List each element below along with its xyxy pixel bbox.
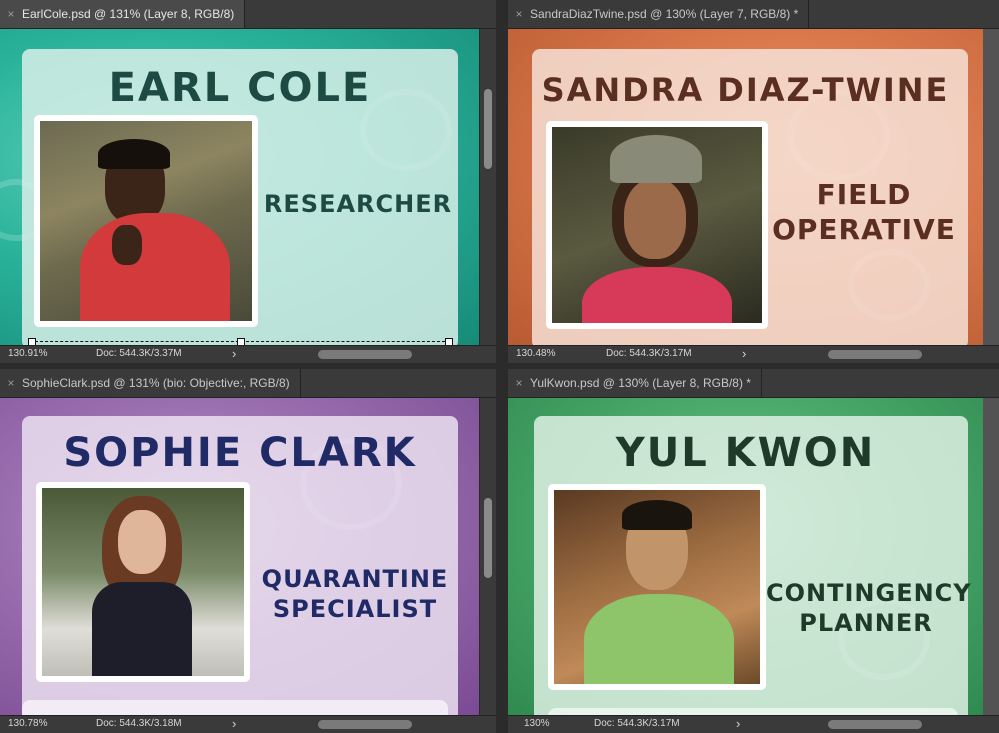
vertical-scrollbar[interactable] xyxy=(479,29,496,346)
tab-title: SophieClark.psd @ 131% (bio: Objective:,… xyxy=(22,376,290,390)
profile-role: FIELD OPERATIVE xyxy=(764,177,964,247)
status-arrow-icon[interactable]: › xyxy=(742,346,746,361)
man-in-green-shirt-photo-icon xyxy=(554,490,760,684)
document-tab-earlcole[interactable]: × EarlCole.psd @ 131% (Layer 8, RGB/8) xyxy=(0,0,246,28)
status-bar: 130.91% Doc: 544.3K/3.37M › xyxy=(0,345,496,363)
close-tab-icon[interactable]: × xyxy=(0,376,22,390)
tab-title: YulKwon.psd @ 130% (Layer 8, RGB/8) * xyxy=(530,376,751,390)
profile-name: EARL COLE xyxy=(108,65,372,111)
profile-role: RESEARCHER xyxy=(258,189,458,219)
status-bar: 130.78% Doc: 544.3K/3.18M › xyxy=(0,715,496,733)
document-tab-sophieclark[interactable]: × SophieClark.psd @ 131% (bio: Objective… xyxy=(0,369,301,397)
profile-photo xyxy=(34,115,258,327)
document-tab-sandradiaztwine[interactable]: × SandraDiazTwine.psd @ 130% (Layer 7, R… xyxy=(508,0,810,28)
profile-name: SANDRA DIAZ-TWINE xyxy=(541,71,950,109)
horizontal-scroll-thumb[interactable] xyxy=(828,720,922,729)
scroll-thumb[interactable] xyxy=(484,89,492,169)
profile-photo xyxy=(546,121,768,329)
profile-name: SOPHIE CLARK xyxy=(63,430,417,476)
document-canvas[interactable]: EARL COLE RESEARCHER xyxy=(0,29,480,346)
document-canvas[interactable]: YUL KWON CONTINGENCY PLANNER xyxy=(508,398,983,716)
doc-size: Doc: 544.3K/3.18M xyxy=(96,718,182,729)
document-tab-bar: × SophieClark.psd @ 131% (bio: Objective… xyxy=(0,369,496,398)
status-bar: 130.48% Doc: 544.3K/3.17M › xyxy=(508,345,999,363)
status-arrow-icon[interactable]: › xyxy=(232,716,236,731)
zoom-level[interactable]: 130.48% xyxy=(516,348,555,359)
zoom-level[interactable]: 130.78% xyxy=(8,718,47,729)
status-arrow-icon[interactable]: › xyxy=(232,346,236,361)
doc-size: Doc: 544.3K/3.17M xyxy=(594,718,680,729)
man-in-red-shirt-photo-icon xyxy=(40,121,252,321)
document-tab-yulkwon[interactable]: × YulKwon.psd @ 130% (Layer 8, RGB/8) * xyxy=(508,369,762,397)
role-line: OPERATIVE xyxy=(772,213,956,246)
document-tab-bar: × EarlCole.psd @ 131% (Layer 8, RGB/8) xyxy=(0,0,496,29)
document-canvas[interactable]: SANDRA DIAZ-TWINE FIELD OPERATIVE xyxy=(508,29,983,346)
woman-in-camo-hat-photo-icon xyxy=(552,127,762,323)
zoom-level[interactable]: 130.91% xyxy=(8,348,47,359)
profile-photo xyxy=(548,484,766,690)
zoom-level[interactable]: 130% xyxy=(524,718,550,729)
doc-size: Doc: 544.3K/3.17M xyxy=(606,348,692,359)
profile-name: YUL KWON xyxy=(615,430,876,476)
document-tab-bar: × YulKwon.psd @ 130% (Layer 8, RGB/8) * xyxy=(508,369,999,398)
close-tab-icon[interactable]: × xyxy=(508,376,530,390)
document-canvas[interactable]: SOPHIE CLARK QUARANTINE SPECIALIST xyxy=(0,398,480,716)
profile-photo xyxy=(36,482,250,682)
role-line: CONTINGENCY xyxy=(766,579,972,607)
close-tab-icon[interactable]: × xyxy=(0,7,22,21)
role-line: SPECIALIST xyxy=(272,595,438,623)
document-window-sandra-diaz-twine: × SandraDiazTwine.psd @ 130% (Layer 7, R… xyxy=(508,0,999,363)
role-line: FIELD xyxy=(816,178,912,211)
profile-role: QUARANTINE SPECIALIST xyxy=(250,564,460,624)
document-tab-bar: × SandraDiazTwine.psd @ 130% (Layer 7, R… xyxy=(508,0,999,29)
status-arrow-icon[interactable]: › xyxy=(736,716,740,731)
document-window-earl-cole: × EarlCole.psd @ 131% (Layer 8, RGB/8) E… xyxy=(0,0,496,363)
bio-card xyxy=(22,700,448,716)
vertical-scrollbar[interactable] xyxy=(479,398,496,716)
woman-in-black-top-photo-icon xyxy=(42,488,244,676)
close-tab-icon[interactable]: × xyxy=(508,7,530,21)
horizontal-scroll-thumb[interactable] xyxy=(828,350,922,359)
profile-role: CONTINGENCY PLANNER xyxy=(766,578,972,638)
role-line: QUARANTINE xyxy=(261,565,449,593)
status-bar: 130% Doc: 544.3K/3.17M › xyxy=(508,715,999,733)
document-window-yul-kwon: × YulKwon.psd @ 130% (Layer 8, RGB/8) * … xyxy=(508,369,999,733)
tab-title: EarlCole.psd @ 131% (Layer 8, RGB/8) xyxy=(22,7,235,21)
horizontal-scroll-thumb[interactable] xyxy=(318,720,412,729)
scroll-thumb[interactable] xyxy=(484,498,492,578)
doc-size: Doc: 544.3K/3.37M xyxy=(96,348,182,359)
document-window-sophie-clark: × SophieClark.psd @ 131% (bio: Objective… xyxy=(0,369,496,733)
horizontal-scroll-thumb[interactable] xyxy=(318,350,412,359)
tab-title: SandraDiazTwine.psd @ 130% (Layer 7, RGB… xyxy=(530,7,799,21)
role-line: PLANNER xyxy=(799,609,933,637)
role-line: RESEARCHER xyxy=(263,190,453,218)
